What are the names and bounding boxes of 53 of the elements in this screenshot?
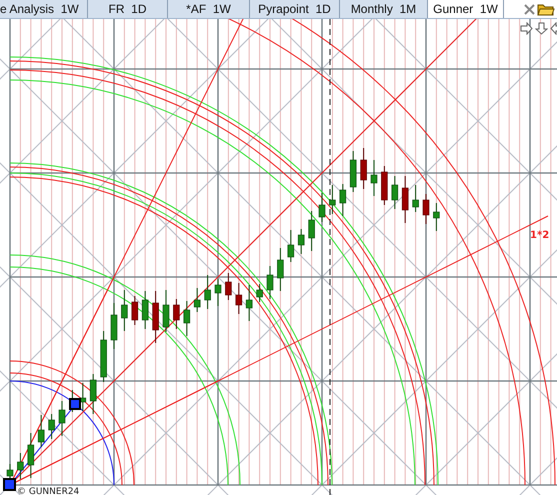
candlestick bbox=[162, 290, 170, 332]
candlestick bbox=[298, 228, 304, 254]
candlestick bbox=[266, 266, 274, 300]
folder-icon[interactable] bbox=[537, 2, 555, 16]
line-label: 1*2 bbox=[530, 230, 550, 241]
candlestick bbox=[402, 176, 408, 224]
tab[interactable]: Pyrapoint 1D bbox=[250, 0, 340, 18]
tab[interactable]: Monthly 1M bbox=[340, 0, 428, 18]
candlestick bbox=[422, 194, 430, 224]
candlestick bbox=[288, 230, 294, 262]
candlestick bbox=[17, 452, 24, 480]
tab[interactable]: e Analysis 1W bbox=[0, 0, 88, 18]
candlestick bbox=[90, 374, 96, 414]
candlestick bbox=[246, 284, 252, 322]
copyright-label: © GUNNER24 bbox=[17, 487, 80, 495]
candlestick bbox=[100, 330, 107, 382]
candlestick bbox=[214, 278, 222, 306]
candlestick bbox=[28, 432, 34, 478]
candlestick bbox=[318, 192, 326, 222]
candlestick bbox=[48, 414, 55, 440]
candlestick bbox=[340, 184, 346, 216]
candlestick bbox=[277, 248, 284, 292]
candlestick bbox=[194, 288, 200, 312]
candlestick bbox=[110, 302, 118, 350]
candlestick bbox=[350, 150, 356, 192]
candlestick bbox=[236, 282, 242, 314]
candlestick bbox=[80, 382, 86, 412]
candlestick bbox=[370, 160, 378, 196]
anchor-handle[interactable] bbox=[3, 478, 16, 491]
candlestick bbox=[173, 298, 180, 330]
candlestick bbox=[308, 210, 315, 252]
candlestick bbox=[433, 202, 440, 232]
candlestick bbox=[184, 300, 190, 336]
candlestick bbox=[225, 272, 232, 300]
candlestick bbox=[329, 184, 336, 214]
tab[interactable]: FR 1D bbox=[88, 0, 168, 18]
candlestick bbox=[121, 290, 128, 332]
candlestick bbox=[392, 176, 398, 210]
candlestick bbox=[132, 296, 138, 326]
candlestick bbox=[256, 284, 263, 302]
candlestick bbox=[38, 414, 44, 448]
close-icon[interactable] bbox=[524, 4, 535, 14]
candlestick bbox=[360, 148, 367, 190]
anchor-handle[interactable] bbox=[69, 398, 81, 410]
candlestick bbox=[58, 400, 66, 436]
candlestick bbox=[142, 290, 148, 330]
down-arrow-icon[interactable] bbox=[535, 22, 548, 35]
candlestick bbox=[412, 184, 419, 212]
candlestick bbox=[152, 290, 159, 344]
right-arrow-icon[interactable] bbox=[520, 22, 533, 35]
candlestick bbox=[204, 274, 211, 310]
tab[interactable]: *AF 1W bbox=[168, 0, 250, 18]
candlestick bbox=[381, 166, 388, 206]
